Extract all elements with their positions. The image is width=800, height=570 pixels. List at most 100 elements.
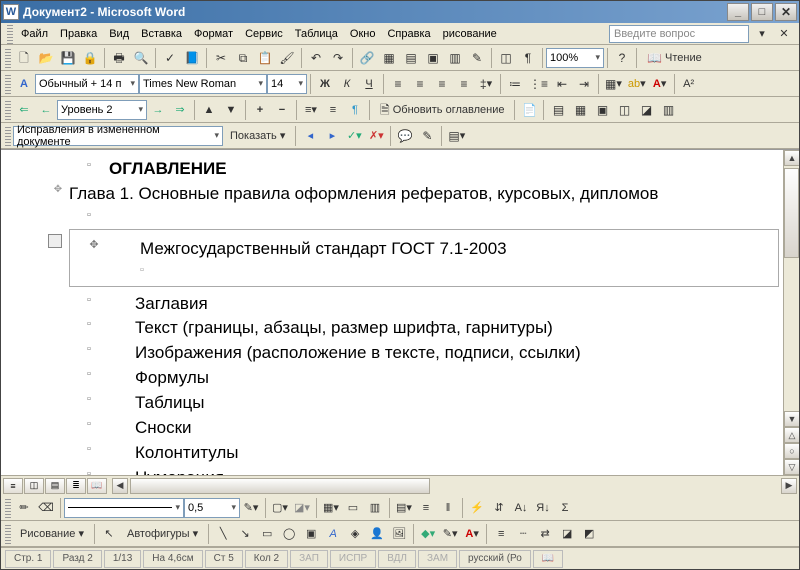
font-color-icon2[interactable]: A▾ [461, 523, 483, 545]
reviewing-pane-icon[interactable]: ▤▾ [445, 125, 468, 147]
clipart-icon[interactable]: 👤 [366, 523, 388, 545]
collapse-icon[interactable]: − [271, 99, 293, 121]
text-direction-icon[interactable]: ⇵ [488, 497, 510, 519]
toolbar-grip[interactable] [5, 48, 11, 68]
distribute-rows-icon[interactable]: ≡ [415, 497, 437, 519]
reading-layout-button[interactable]: 📖 Чтение [640, 47, 709, 69]
show-first-line-icon[interactable]: ≡ [322, 99, 344, 121]
reject-change-icon[interactable]: ✗▾ [365, 125, 387, 147]
status-ext[interactable]: ВДЛ [378, 550, 416, 568]
textbox-icon[interactable]: ▣ [300, 523, 322, 545]
decrease-indent-icon[interactable]: ⇤ [551, 73, 573, 95]
align-justify-icon[interactable]: ≡ [453, 73, 475, 95]
print-view-icon[interactable]: ▤ [45, 478, 65, 494]
menu-edit[interactable]: Правка [54, 26, 103, 42]
copy-icon[interactable]: ⧉ [232, 47, 254, 69]
insert-subdoc-icon[interactable]: ▣ [591, 99, 613, 121]
status-ovr[interactable]: ЗАМ [418, 550, 457, 568]
font-size-combo[interactable]: 14▾ [267, 74, 307, 94]
cut-icon[interactable]: ✂ [210, 47, 232, 69]
font-color-icon[interactable]: A▾ [649, 73, 671, 95]
line-weight-combo[interactable]: 0,5▾ [184, 498, 240, 518]
arrow-style-icon[interactable]: ⇄ [534, 523, 556, 545]
shading-color-icon[interactable]: ◪▾ [291, 497, 313, 519]
align-left-icon[interactable]: ≡ [387, 73, 409, 95]
new-comment-icon[interactable]: 💬 [394, 125, 416, 147]
menu-insert[interactable]: Вставка [135, 26, 188, 42]
outline-level-combo[interactable]: Уровень 2▾ [57, 100, 147, 120]
update-toc-button[interactable]: 🗎 Обновить оглавление [373, 99, 511, 121]
maximize-button[interactable]: □ [751, 3, 773, 21]
browse-object-icon[interactable]: ○ [784, 443, 799, 459]
sort-asc-icon[interactable]: A↓ [510, 497, 532, 519]
scroll-up-icon[interactable]: ▲ [784, 150, 799, 166]
borders-icon[interactable]: ▦▾ [602, 73, 625, 95]
draw-menu-button[interactable]: Рисование ▾ [13, 523, 91, 545]
open-icon[interactable]: 📂 [35, 47, 57, 69]
print-icon[interactable]: 🖶 [108, 47, 130, 69]
status-language[interactable]: русский (Ро [459, 550, 531, 568]
italic-icon[interactable]: К [336, 73, 358, 95]
menu-tools[interactable]: Сервис [239, 26, 289, 42]
paste-icon[interactable]: 📋 [254, 47, 276, 69]
spellcheck-icon[interactable]: ✓ [159, 47, 181, 69]
horizontal-scrollbar[interactable]: ◀ ▶ [112, 478, 797, 494]
align-cell-icon[interactable]: ▤▾ [393, 497, 415, 519]
scroll-down-icon[interactable]: ▼ [784, 411, 799, 427]
insert-table-icon2[interactable]: ▦▾ [320, 497, 342, 519]
3d-icon[interactable]: ◩ [578, 523, 600, 545]
goto-toc-icon[interactable]: 📄 [518, 99, 540, 121]
reading-view-icon[interactable]: 📖 [87, 478, 107, 494]
review-mode-combo[interactable]: Исправления в измененном документе▾ [13, 126, 223, 146]
toolbar-grip[interactable] [5, 100, 11, 120]
line-style-combo[interactable]: ▾ [64, 498, 184, 518]
menu-view[interactable]: Вид [103, 26, 135, 42]
prev-page-icon[interactable]: △ [784, 427, 799, 443]
fill-color-icon[interactable]: ◆▾ [417, 523, 439, 545]
dash-style-icon[interactable]: ┄ [512, 523, 534, 545]
align-right-icon[interactable]: ≡ [431, 73, 453, 95]
subdoc-icon[interactable]: ▦ [569, 99, 591, 121]
border-color-icon[interactable]: ✎▾ [240, 497, 262, 519]
oval-icon[interactable]: ◯ [278, 523, 300, 545]
new-doc-icon[interactable]: 🗋 [13, 47, 35, 69]
drawing-icon[interactable]: ✎ [466, 47, 488, 69]
permission-icon[interactable]: 🔒 [79, 47, 101, 69]
toolbar-grip[interactable] [5, 524, 11, 544]
line-style-icon[interactable]: ≡ [490, 523, 512, 545]
underline-icon[interactable]: Ч [358, 73, 380, 95]
align-center-icon[interactable]: ≡ [409, 73, 431, 95]
status-spellbook-icon[interactable]: 📖 [533, 550, 563, 568]
superscript-icon[interactable]: A² [678, 73, 700, 95]
format-painter-icon[interactable]: 🖌 [276, 47, 298, 69]
scroll-thumb[interactable] [784, 168, 799, 258]
picture-icon[interactable]: 🖼 [388, 523, 410, 545]
web-view-icon[interactable]: ◫ [24, 478, 44, 494]
promote-heading-icon[interactable]: ⇐ [13, 99, 35, 121]
wordart-icon[interactable]: A [322, 523, 344, 545]
save-icon[interactable]: 💾 [57, 47, 79, 69]
scroll-right-icon[interactable]: ▶ [781, 478, 797, 494]
zoom-combo[interactable]: 100%▾ [546, 48, 604, 68]
insert-table-icon[interactable]: ▤ [400, 47, 422, 69]
table-grid-icon[interactable]: ▦ [378, 47, 400, 69]
master-doc-icon[interactable]: ▤ [547, 99, 569, 121]
next-page-icon[interactable]: ▽ [784, 459, 799, 475]
style-combo[interactable]: Обычный + 14 п▾ [35, 74, 139, 94]
undo-icon[interactable]: ↶ [305, 47, 327, 69]
increase-indent-icon[interactable]: ⇥ [573, 73, 595, 95]
merge-subdoc-icon[interactable]: ▥ [657, 99, 679, 121]
minimize-button[interactable]: _ [727, 3, 749, 21]
help-dropdown[interactable]: ▾ [751, 23, 773, 45]
highlight-icon[interactable]: ab▾ [625, 73, 649, 95]
bulleted-list-icon[interactable]: ⋮≡ [526, 73, 551, 95]
document-area[interactable]: ▫ОГЛАВЛЕНИЕ ✥Глава 1. Основные правила о… [1, 149, 799, 475]
numbered-list-icon[interactable]: ≔ [504, 73, 526, 95]
sort-desc-icon[interactable]: Я↓ [532, 497, 554, 519]
toolbar-grip[interactable] [5, 498, 11, 518]
print-preview-icon[interactable]: 🔍 [130, 47, 152, 69]
toolbar-grip[interactable] [5, 126, 11, 146]
scroll-thumb-h[interactable] [130, 478, 430, 494]
close-button[interactable]: ✕ [775, 3, 797, 21]
toc-field-box[interactable]: ✥Межгосударственный стандарт ГОСТ 7.1-20… [69, 229, 779, 287]
